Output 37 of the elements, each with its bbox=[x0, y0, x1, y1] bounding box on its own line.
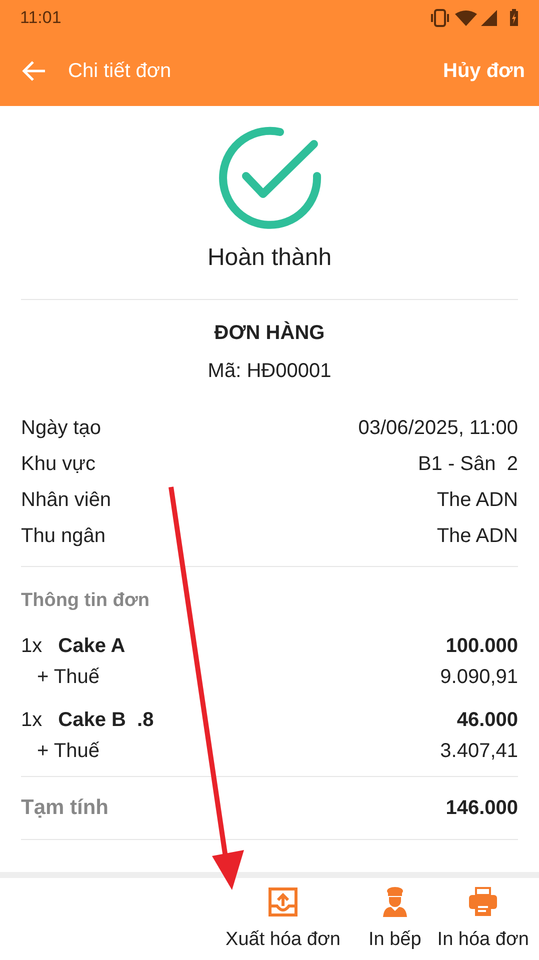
battery-icon bbox=[509, 9, 519, 27]
info-label: Khu vực bbox=[21, 452, 96, 477]
info-value: 03/06/2025, 11:00 bbox=[358, 416, 518, 441]
subtotal-value: 146.000 bbox=[446, 796, 518, 820]
check-circle-icon bbox=[218, 126, 322, 230]
wifi-icon bbox=[455, 10, 477, 26]
subtotal-label: Tạm tính bbox=[21, 794, 108, 821]
back-icon[interactable] bbox=[22, 60, 46, 82]
screen-title: Chi tiết đơn bbox=[68, 59, 172, 84]
info-value: B1 - Sân 2 bbox=[418, 452, 518, 477]
tax-label: + Thuế bbox=[37, 664, 100, 690]
signal-icon bbox=[481, 10, 497, 26]
info-value: The ADN bbox=[436, 488, 518, 513]
item-name: Cake A bbox=[58, 634, 126, 658]
item-quantity: 1x bbox=[21, 708, 42, 732]
info-label: Nhân viên bbox=[21, 488, 112, 513]
bottom-action-button[interactable]: In hóa đơn bbox=[433, 886, 533, 954]
tax-value: 3.407,41 bbox=[440, 738, 518, 764]
info-label: Ngày tạo bbox=[21, 416, 102, 441]
order-code: Mã: HĐ00001 bbox=[208, 359, 332, 384]
item-name: Cake B .8 bbox=[58, 708, 154, 732]
bottom-action-button[interactable]: In bếp bbox=[364, 886, 426, 954]
status-label: Hoàn thành bbox=[207, 243, 332, 273]
item-price: 100.000 bbox=[446, 634, 518, 658]
bottom-action-button[interactable]: Xuất hóa đơn bbox=[222, 886, 344, 954]
order-heading: ĐƠN HÀNG bbox=[214, 320, 325, 346]
tax-label: + Thuế bbox=[37, 738, 100, 764]
status-time: 11:01 bbox=[20, 7, 62, 30]
section-heading: Thông tin đơn bbox=[21, 590, 150, 611]
item-quantity: 1x bbox=[21, 634, 42, 658]
vibrate-icon bbox=[429, 9, 451, 27]
info-value: The ADN bbox=[436, 524, 518, 549]
export-tray-icon bbox=[267, 886, 299, 918]
printer-icon bbox=[467, 886, 500, 918]
tax-value: 9.090,91 bbox=[440, 664, 518, 690]
info-label: Thu ngân bbox=[21, 524, 106, 549]
item-price: 46.000 bbox=[456, 708, 518, 732]
